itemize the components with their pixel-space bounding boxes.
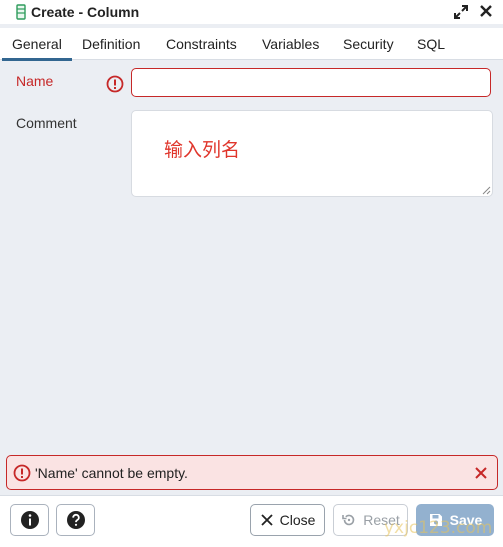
resize-grip-icon[interactable]	[481, 185, 491, 195]
comment-label: Comment	[16, 115, 77, 131]
error-bar: 'Name' cannot be empty.	[6, 455, 498, 490]
maximize-icon[interactable]	[453, 4, 469, 20]
tab-constraints[interactable]: Constraints	[166, 36, 237, 52]
help-icon	[66, 511, 85, 529]
watermark-text: yxjc123.com	[384, 518, 493, 538]
warning-icon	[106, 75, 124, 93]
tab-variables[interactable]: Variables	[262, 36, 319, 52]
help-button[interactable]	[56, 504, 95, 536]
tab-general[interactable]: General	[2, 36, 72, 61]
name-input[interactable]	[131, 68, 491, 97]
info-icon	[20, 511, 39, 529]
tab-bar: General Definition Constraints Variables…	[0, 28, 503, 61]
reset-icon	[342, 514, 355, 526]
error-message: 'Name' cannot be empty.	[35, 465, 188, 481]
dialog-titlebar: Create - Column	[0, 0, 503, 24]
close-icon[interactable]	[478, 3, 494, 19]
tab-sql[interactable]: SQL	[417, 36, 445, 52]
info-button[interactable]	[10, 504, 49, 536]
dismiss-error-icon[interactable]	[473, 465, 489, 481]
close-x-icon	[260, 514, 273, 526]
close-button[interactable]: Close	[250, 504, 325, 536]
annotation-text: 输入列名	[164, 139, 241, 161]
tab-security[interactable]: Security	[343, 36, 394, 52]
column-icon	[16, 4, 26, 20]
dialog-title: Create - Column	[31, 4, 140, 20]
name-label: Name	[16, 73, 54, 89]
error-icon	[13, 464, 31, 482]
close-button-label: Close	[279, 512, 316, 528]
tab-definition[interactable]: Definition	[82, 36, 140, 52]
